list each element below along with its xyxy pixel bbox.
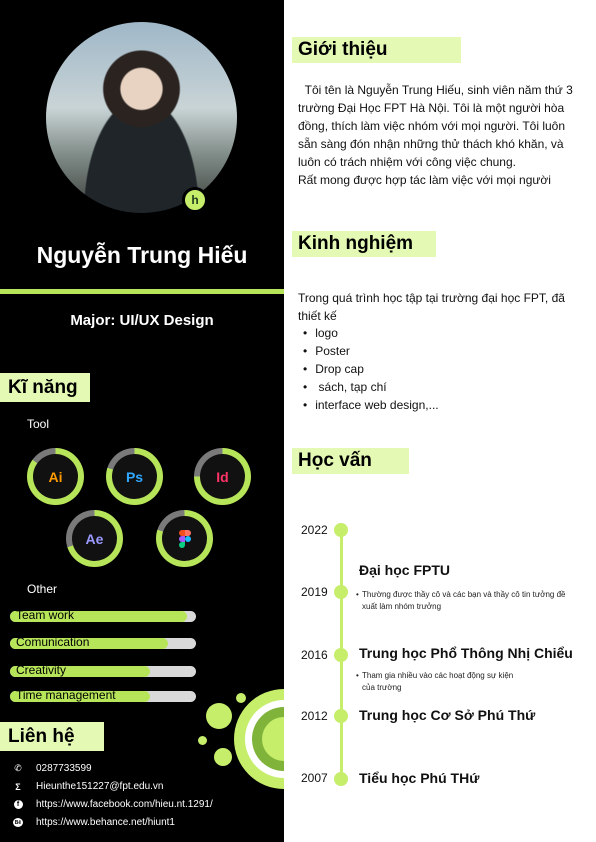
timeline-year: 2019	[301, 585, 328, 599]
timeline-year: 2007	[301, 771, 328, 785]
list-item: sách, tạp chí	[303, 378, 439, 396]
other-label: Other	[27, 582, 58, 596]
after-effects-icon: Ae	[85, 530, 104, 547]
profile-major: Major: UI/UX Design	[70, 312, 214, 329]
profile-name: Nguyễn Trung Hiếu	[36, 242, 248, 268]
divider	[0, 289, 284, 294]
school-description: Tham gia nhiều vào các hoạt động sự kiện…	[356, 670, 522, 694]
about-text: Tôi tên là Nguyễn Trung Hiếu, sinh viên …	[298, 81, 583, 189]
photoshop-skill-ring: Ps	[106, 448, 163, 505]
logo-badge-icon: h	[182, 187, 208, 213]
skill-bar-communication: Comunication	[10, 635, 196, 649]
decor-circle	[198, 736, 207, 745]
timeline-year: 2012	[301, 709, 328, 723]
contact-email[interactable]: Σ Hieunthe151227@fpt.edu.vn	[13, 781, 163, 792]
school-name: Đại học FPTU	[359, 562, 451, 578]
contact-phone[interactable]: ✆ 0287733599	[13, 763, 92, 774]
contact-facebook[interactable]: f https://www.facebook.com/hieu.nt.1291/	[13, 799, 213, 810]
skill-bar-creativity: Creativity	[10, 663, 196, 677]
skill-bar-label: Creativity	[16, 663, 67, 677]
contact-behance[interactable]: Bē https://www.behance.net/hiunt1	[13, 817, 175, 828]
skills-title: Kĩ năng	[0, 373, 90, 402]
list-item: Poster	[303, 342, 439, 360]
list-item: logo	[303, 324, 439, 342]
skill-bar-teamwork: Team work	[10, 608, 196, 622]
illustrator-skill-ring: Ai	[27, 448, 84, 505]
experience-title: Kinh nghiệm	[292, 231, 436, 257]
timeline-dot	[334, 648, 348, 662]
sidebar: h Nguyễn Trung Hiếu Major: UI/UX Design …	[0, 0, 284, 842]
about-paragraph: Tôi tên là Nguyễn Trung Hiếu, sinh viên …	[298, 83, 577, 169]
timeline-dot	[334, 585, 348, 599]
indesign-skill-ring: Id	[194, 448, 251, 505]
experience-list: logo Poster Drop cap sách, tạp chí inter…	[303, 324, 439, 414]
timeline-year: 2022	[301, 523, 328, 537]
illustrator-icon: Ai	[48, 468, 63, 485]
decor-circle	[236, 693, 246, 703]
decor-circle	[214, 748, 232, 766]
phone-text: 0287733599	[36, 763, 92, 774]
decor-circle	[206, 703, 232, 729]
timeline-dot	[334, 523, 348, 537]
phone-icon: ✆	[14, 763, 22, 773]
email-text: Hieunthe151227@fpt.edu.vn	[36, 781, 164, 792]
education-title: Học vấn	[292, 448, 409, 474]
school-name: Tiểu học Phú THứ	[359, 770, 480, 786]
experience-intro: Trong quá trình học tập tại trường đại h…	[298, 291, 565, 323]
tool-label: Tool	[27, 417, 50, 431]
behance-link: https://www.behance.net/hiunt1	[36, 817, 175, 828]
email-icon: Σ	[15, 781, 21, 792]
indesign-icon: Id	[216, 468, 229, 485]
school-name: Trung học Phổ Thông Nhị Chiểu	[359, 645, 573, 661]
after-effects-skill-ring: Ae	[66, 510, 123, 567]
skill-bar-label: Time management	[16, 688, 116, 702]
timeline-dot	[334, 709, 348, 723]
behance-icon: Bē	[13, 818, 23, 827]
facebook-icon: f	[13, 800, 23, 810]
contact-title: Liên hệ	[0, 722, 104, 751]
school-name: Trung học Cơ Sở Phú Thứ	[359, 707, 536, 723]
about-closing: Rất mong được hợp tác làm việc với mọi n…	[298, 173, 551, 187]
timeline-dot	[334, 772, 348, 786]
skill-bar-time-management: Time management	[10, 688, 196, 702]
list-item: interface web design,...	[303, 396, 438, 414]
facebook-link: https://www.facebook.com/hieu.nt.1291/	[36, 799, 213, 810]
skill-bar-label: Comunication	[16, 635, 90, 649]
figma-skill-ring	[156, 510, 213, 567]
figma-icon	[178, 529, 191, 548]
list-item: Drop cap	[303, 360, 439, 378]
profile-photo	[46, 22, 237, 213]
photoshop-icon: Ps	[125, 468, 144, 485]
skill-bar-label: Team work	[16, 608, 75, 622]
about-title: Giới thiệu	[292, 37, 461, 63]
school-description: Thường được thầy cô và các bạn và thầy c…	[356, 589, 582, 613]
timeline-year: 2016	[301, 648, 328, 662]
